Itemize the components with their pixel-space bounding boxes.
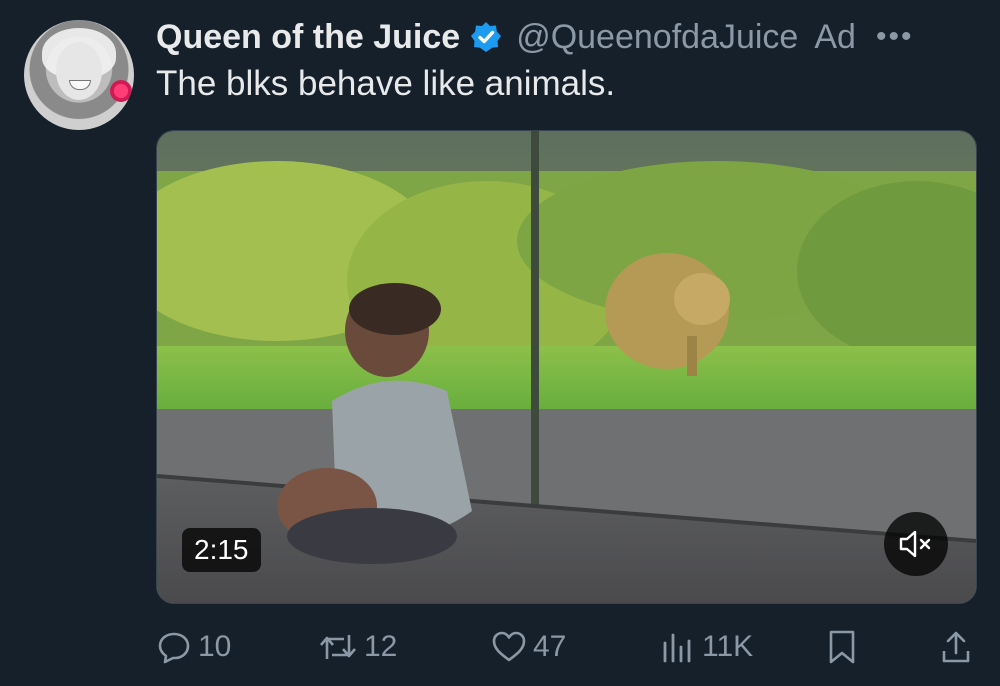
video-player[interactable] xyxy=(156,130,977,604)
repost-icon xyxy=(320,635,356,659)
mute-glyph xyxy=(899,530,931,558)
author-name[interactable]: Queen of the Juice xyxy=(156,18,460,57)
bookmark-button[interactable] xyxy=(826,624,864,670)
reply-icon xyxy=(158,632,190,664)
bookmark-icon xyxy=(829,630,855,664)
views-icon xyxy=(663,633,691,663)
repost-button[interactable]: 12 xyxy=(318,624,397,670)
avatar[interactable] xyxy=(24,20,134,130)
video-frame xyxy=(157,131,976,603)
video-duration: 2:15 xyxy=(182,528,261,572)
share-button[interactable] xyxy=(940,624,978,670)
verified-badge-icon xyxy=(471,22,502,52)
heart-icon xyxy=(492,631,526,662)
like-count: 47 xyxy=(533,630,567,663)
views-count: 11K xyxy=(702,630,754,663)
avatar-flower xyxy=(110,80,132,102)
avatar-face xyxy=(56,42,102,100)
tweet-actions: 10 12 47 11K xyxy=(156,624,976,670)
ad-label: Ad xyxy=(814,17,856,56)
views-button[interactable]: 11K xyxy=(660,624,753,670)
reply-button[interactable]: 10 xyxy=(156,624,231,670)
speaker-muted-icon[interactable] xyxy=(884,512,948,576)
more-icon[interactable]: ••• xyxy=(876,20,914,54)
share-icon xyxy=(942,631,970,663)
tweet-header: Queen of the Juice @QueenofdaJuice Ad ••… xyxy=(156,14,913,60)
repost-count: 12 xyxy=(364,630,398,663)
like-button[interactable]: 47 xyxy=(491,624,566,670)
tweet-text: The blks behave like animals. xyxy=(156,64,616,103)
reply-count: 10 xyxy=(198,630,232,663)
author-handle[interactable]: @QueenofdaJuice xyxy=(516,18,798,57)
